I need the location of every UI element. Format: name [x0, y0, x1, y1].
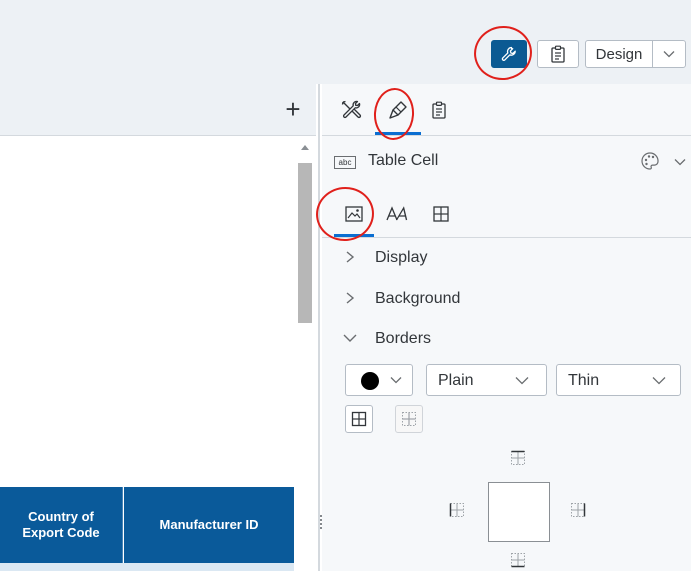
- section-display[interactable]: Display: [322, 239, 691, 275]
- border-color-swatch: [361, 372, 379, 390]
- tab-tools[interactable]: [336, 96, 366, 124]
- border-preview-box: [488, 482, 550, 542]
- wrench-icon: [501, 46, 516, 61]
- section-background[interactable]: Background: [322, 280, 691, 316]
- inner-borders-icon: [402, 412, 416, 426]
- design-mode-button[interactable]: Design: [585, 40, 653, 68]
- border-width-select[interactable]: Thin: [556, 364, 681, 396]
- subtab-font[interactable]: [382, 200, 412, 228]
- brush-icon: [389, 101, 407, 119]
- scroll-thumb[interactable]: [298, 163, 312, 323]
- subtab-appearance[interactable]: [339, 200, 369, 228]
- chevron-down-icon: [515, 377, 529, 385]
- tab-data[interactable]: [424, 96, 454, 124]
- panel-tabs: [322, 84, 691, 136]
- left-border-icon[interactable]: [449, 502, 465, 518]
- chevron-right-icon: [346, 251, 355, 263]
- top-border-icon[interactable]: [510, 450, 526, 466]
- chevron-down-icon[interactable]: [674, 158, 686, 166]
- table-row[interactable]: [0, 563, 294, 571]
- object-header: abc Table Cell: [322, 136, 691, 188]
- right-border-icon[interactable]: [570, 502, 586, 518]
- top-toolbar: Design: [0, 0, 691, 84]
- inner-borders-button[interactable]: [395, 405, 423, 433]
- font-icon: [386, 206, 408, 221]
- column-header-manufacturer-id: Manufacturer ID: [159, 517, 259, 532]
- clipboard-icon: [432, 101, 446, 119]
- all-borders-icon: [351, 411, 367, 427]
- all-borders-button[interactable]: [345, 405, 373, 433]
- active-subtab-indicator: [334, 234, 374, 237]
- border-style-value: Plain: [438, 372, 474, 389]
- object-title: Table Cell: [368, 152, 439, 169]
- vertical-scrollbar[interactable]: [296, 137, 316, 571]
- panel-splitter[interactable]: [318, 84, 320, 571]
- chevron-right-icon: [346, 292, 355, 304]
- bottom-border-icon[interactable]: [510, 552, 526, 568]
- border-width-value: Thin: [568, 372, 600, 389]
- tab-styling[interactable]: [383, 96, 413, 124]
- table-header-cell[interactable]: Manufacturer ID: [124, 487, 294, 563]
- chevron-down-icon: [663, 51, 675, 58]
- chevron-down-icon: [390, 377, 402, 384]
- scroll-up-arrow-icon[interactable]: [301, 145, 309, 150]
- table-grid-icon: [433, 206, 449, 222]
- section-borders[interactable]: Borders: [322, 320, 691, 356]
- chevron-down-icon: [343, 334, 357, 342]
- border-style-select[interactable]: Plain: [426, 364, 547, 396]
- clipboard-icon: [551, 45, 565, 63]
- table-header-cell[interactable]: Country of Export Code: [0, 487, 123, 563]
- add-button[interactable]: +: [280, 94, 306, 124]
- image-style-icon: [345, 206, 363, 222]
- section-label: Display: [375, 249, 428, 266]
- border-color-picker[interactable]: [345, 364, 413, 396]
- chevron-down-icon: [652, 377, 666, 385]
- design-mode-dropdown[interactable]: [652, 40, 686, 68]
- tools-icon: [341, 100, 362, 119]
- designer-tools-button[interactable]: [491, 40, 527, 68]
- section-label: Background: [375, 290, 461, 307]
- active-tab-indicator: [375, 132, 421, 135]
- style-subtabs: [322, 190, 691, 238]
- column-header-country-of-export-code: Country of Export Code: [22, 509, 100, 540]
- styling-panel: abc Table Cell Display Background Border…: [322, 84, 691, 571]
- subtab-layout[interactable]: [426, 200, 456, 228]
- palette-icon[interactable]: [640, 151, 660, 171]
- clipboard-button[interactable]: [537, 40, 579, 68]
- canvas-header: +: [0, 84, 316, 136]
- section-label: Borders: [375, 330, 432, 347]
- table-cell-type-icon: abc: [334, 156, 356, 169]
